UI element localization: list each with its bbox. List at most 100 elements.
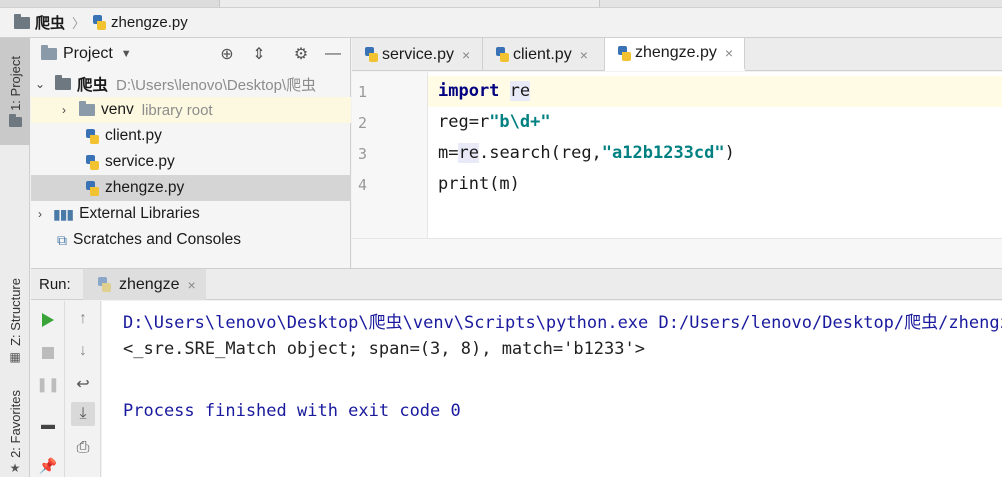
tab-zhengze-py[interactable]: zhengze.py × <box>605 38 745 71</box>
scroll-up-button[interactable]: ↑ <box>71 307 95 331</box>
scroll-to-end-button[interactable]: ⤓ <box>71 402 95 426</box>
editor-tab-bar: service.py × client.py × zhengze.py × <box>352 38 1002 71</box>
pin-icon: 📌 <box>38 458 58 475</box>
breadcrumb-project[interactable]: 爬虫 <box>14 12 65 33</box>
tree-scratches-label: Scratches and Consoles <box>73 231 242 248</box>
code-line-2: reg=r"b\d+" <box>438 112 551 132</box>
project-panel: Project ▼ ⊕ ⇕ ⚙ — ⌄ 爬虫 D:\Users\lenovo\D… <box>31 38 351 268</box>
play-icon <box>42 313 54 327</box>
gear-icon[interactable]: ⚙ <box>291 44 311 64</box>
left-tool-strip: 1: Project Z: Structure ▦ 2: Favorites ★ <box>0 38 30 477</box>
close-icon[interactable]: × <box>188 277 196 293</box>
scratches-icon: ⧉ <box>57 231 67 248</box>
console-line: D:\Users\lenovo\Desktop\爬虫\venv\Scripts\… <box>123 313 1002 333</box>
folder-icon <box>55 75 71 90</box>
arrow-up-icon: ↑ <box>79 310 87 327</box>
tree-root-row[interactable]: ⌄ 爬虫 D:\Users\lenovo\Desktop\爬虫 <box>31 71 351 97</box>
close-icon[interactable]: × <box>725 45 733 61</box>
top-strip-segment <box>0 0 220 7</box>
code-string: "a12b1233cd" <box>601 143 725 163</box>
tree-venv-hint: library root <box>141 101 213 119</box>
scroll-down-button[interactable]: ↓ <box>71 339 95 363</box>
tab-client-py[interactable]: client.py × <box>483 38 605 71</box>
tool-tab-project-label: 1: Project <box>7 56 23 111</box>
tree-row-venv[interactable]: › venv library root <box>31 97 351 123</box>
close-icon[interactable]: × <box>462 47 470 63</box>
collapsed-arrow-icon[interactable]: › <box>33 207 47 221</box>
tab-service-py[interactable]: service.py × <box>352 38 483 71</box>
window-top-strip <box>0 0 1002 8</box>
code-keyword: import <box>438 81 500 101</box>
python-file-icon <box>85 128 99 144</box>
layout-icon: ▬ <box>41 416 55 432</box>
tree-row-file-selected[interactable]: zhengze.py <box>31 175 351 201</box>
tool-tab-structure[interactable]: Z: Structure ▦ <box>0 266 30 376</box>
pause-icon: ❚❚ <box>36 375 60 392</box>
chevron-down-icon[interactable]: ▼ <box>121 48 132 60</box>
run-toolbar-secondary: ↑ ↓ ↩ ⤓ ⎙ <box>66 301 101 477</box>
tool-tab-favorites[interactable]: 2: Favorites ★ <box>0 388 30 477</box>
code-text: ) <box>724 143 735 163</box>
tool-tab-structure-label: Z: Structure <box>7 278 23 346</box>
stop-button[interactable] <box>36 341 60 365</box>
print-button[interactable]: ⎙ <box>71 436 95 460</box>
tree-row-file[interactable]: service.py <box>31 149 351 175</box>
print-icon: ⎙ <box>76 439 90 456</box>
collapsed-arrow-icon[interactable]: › <box>57 103 71 117</box>
run-label: Run: <box>39 276 71 293</box>
tab-label: service.py <box>382 45 455 63</box>
folder-icon <box>79 101 95 116</box>
code-module: re <box>458 143 479 163</box>
hide-panel-icon[interactable]: — <box>323 44 343 64</box>
tool-tab-favorites-label: 2: Favorites <box>7 390 23 458</box>
console-line: <_sre.SRE_Match object; span=(3, 8), mat… <box>123 339 645 359</box>
python-file-icon <box>85 180 99 196</box>
run-tab-label: zhengze <box>119 275 180 293</box>
scroll-to-end-icon: ⤓ <box>79 405 87 422</box>
tree-file-name: service.py <box>105 153 175 170</box>
top-strip-segment <box>220 0 600 7</box>
breadcrumb-project-label: 爬虫 <box>35 15 66 32</box>
stop-icon <box>42 347 54 359</box>
tree-row-file[interactable]: client.py <box>31 123 351 149</box>
tab-label: client.py <box>513 45 572 63</box>
expand-arrow-icon[interactable]: ⌄ <box>33 77 47 91</box>
project-folder-icon <box>8 113 22 127</box>
rerun-button[interactable] <box>36 308 60 332</box>
soft-wrap-button[interactable]: ↩ <box>71 372 95 396</box>
close-icon[interactable]: × <box>580 47 588 63</box>
navigation-bar: 爬虫 〉 zhengze.py <box>0 8 1002 38</box>
python-file-icon <box>85 154 99 170</box>
run-tab-zhengze[interactable]: zhengze × <box>83 269 206 300</box>
python-file-icon <box>97 277 111 292</box>
code-line-1: import re <box>438 81 531 101</box>
folder-icon <box>14 13 30 29</box>
breadcrumb-file[interactable]: zhengze.py <box>92 14 188 31</box>
pin-button[interactable]: 📌 <box>36 454 60 477</box>
pause-button[interactable]: ❚❚ <box>36 372 60 396</box>
locate-icon[interactable]: ⊕ <box>217 44 237 64</box>
code-line-4: print(m) <box>438 174 520 194</box>
line-number: 4 <box>358 176 368 194</box>
tree-venv-name: venv <box>101 101 134 118</box>
soft-wrap-icon: ↩ <box>76 376 90 393</box>
breadcrumb-separator-icon: 〉 <box>72 16 86 31</box>
arrow-down-icon: ↓ <box>79 342 87 359</box>
tab-label: zhengze.py <box>635 44 717 61</box>
collapse-all-icon[interactable]: ⇕ <box>249 44 269 64</box>
tool-tab-project[interactable]: 1: Project <box>0 38 30 145</box>
breadcrumb-file-label: zhengze.py <box>111 14 188 31</box>
code-text: reg=r <box>438 112 490 132</box>
tree-row-external-libraries[interactable]: › ▮▮▮ External Libraries <box>31 201 351 227</box>
structure-icon: ▦ <box>9 349 21 364</box>
layout-button[interactable]: ▬ <box>36 412 60 436</box>
python-file-icon <box>364 47 378 62</box>
console-line: Process finished with exit code 0 <box>123 401 461 421</box>
run-panel-header: Run: zhengze × <box>31 268 1002 300</box>
tree-root-path: D:\Users\lenovo\Desktop\爬虫 <box>116 76 317 94</box>
tree-row-scratches[interactable]: ⧉ Scratches and Consoles <box>31 227 351 253</box>
code-text: m= <box>438 143 459 163</box>
python-file-icon <box>617 45 631 61</box>
run-console-output[interactable]: D:\Users\lenovo\Desktop\爬虫\venv\Scripts\… <box>102 301 1002 477</box>
project-panel-title[interactable]: Project <box>63 45 113 63</box>
